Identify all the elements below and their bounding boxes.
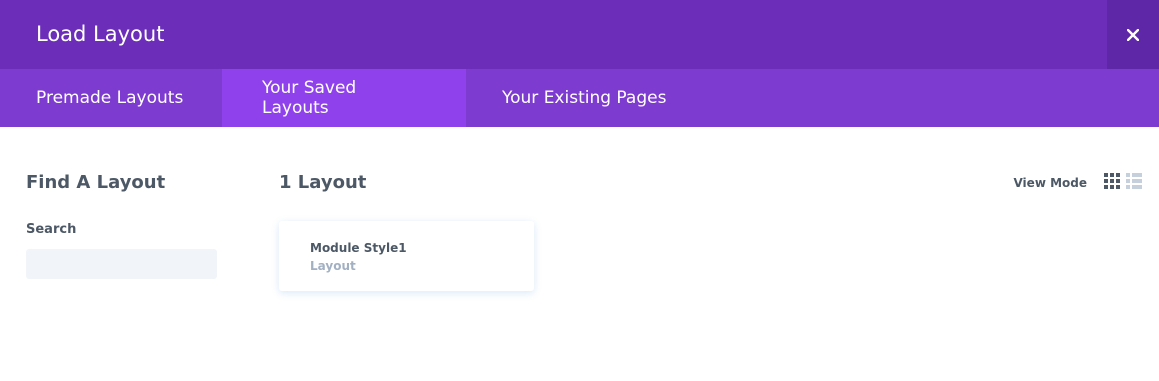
tab-your-existing-pages[interactable]: Your Existing Pages <box>466 69 702 127</box>
close-icon <box>1127 28 1139 41</box>
view-mode-label: View Mode <box>1013 176 1087 190</box>
tab-label: Your Existing Pages <box>502 88 667 108</box>
layout-card[interactable]: Module Style1 Layout <box>279 221 534 291</box>
list-view-icon <box>1126 173 1142 193</box>
sidebar-title: Find A Layout <box>26 172 166 193</box>
tab-your-saved-layouts[interactable]: Your Saved Layouts <box>222 69 466 127</box>
view-mode-switcher: View Mode <box>1013 173 1143 193</box>
layout-card-title: Module Style1 <box>310 241 407 255</box>
layout-card-type: Layout <box>310 259 356 273</box>
load-layout-modal: Load Layout Premade Layouts Your Saved L… <box>0 0 1159 381</box>
grid-view-icon <box>1104 173 1120 193</box>
modal-title: Load Layout <box>36 22 165 46</box>
tab-label: Premade Layouts <box>36 88 184 108</box>
layout-count: 1 Layout <box>279 172 367 193</box>
search-input[interactable] <box>26 249 217 279</box>
tab-bar: Premade Layouts Your Saved Layouts Your … <box>0 69 1159 127</box>
close-button[interactable] <box>1107 0 1159 69</box>
search-label: Search <box>26 222 77 237</box>
modal-header: Load Layout <box>0 0 1159 69</box>
list-view-button[interactable] <box>1125 173 1143 193</box>
grid-view-button[interactable] <box>1103 173 1121 193</box>
tab-premade-layouts[interactable]: Premade Layouts <box>0 69 222 127</box>
tab-label: Your Saved Layouts <box>262 78 357 118</box>
